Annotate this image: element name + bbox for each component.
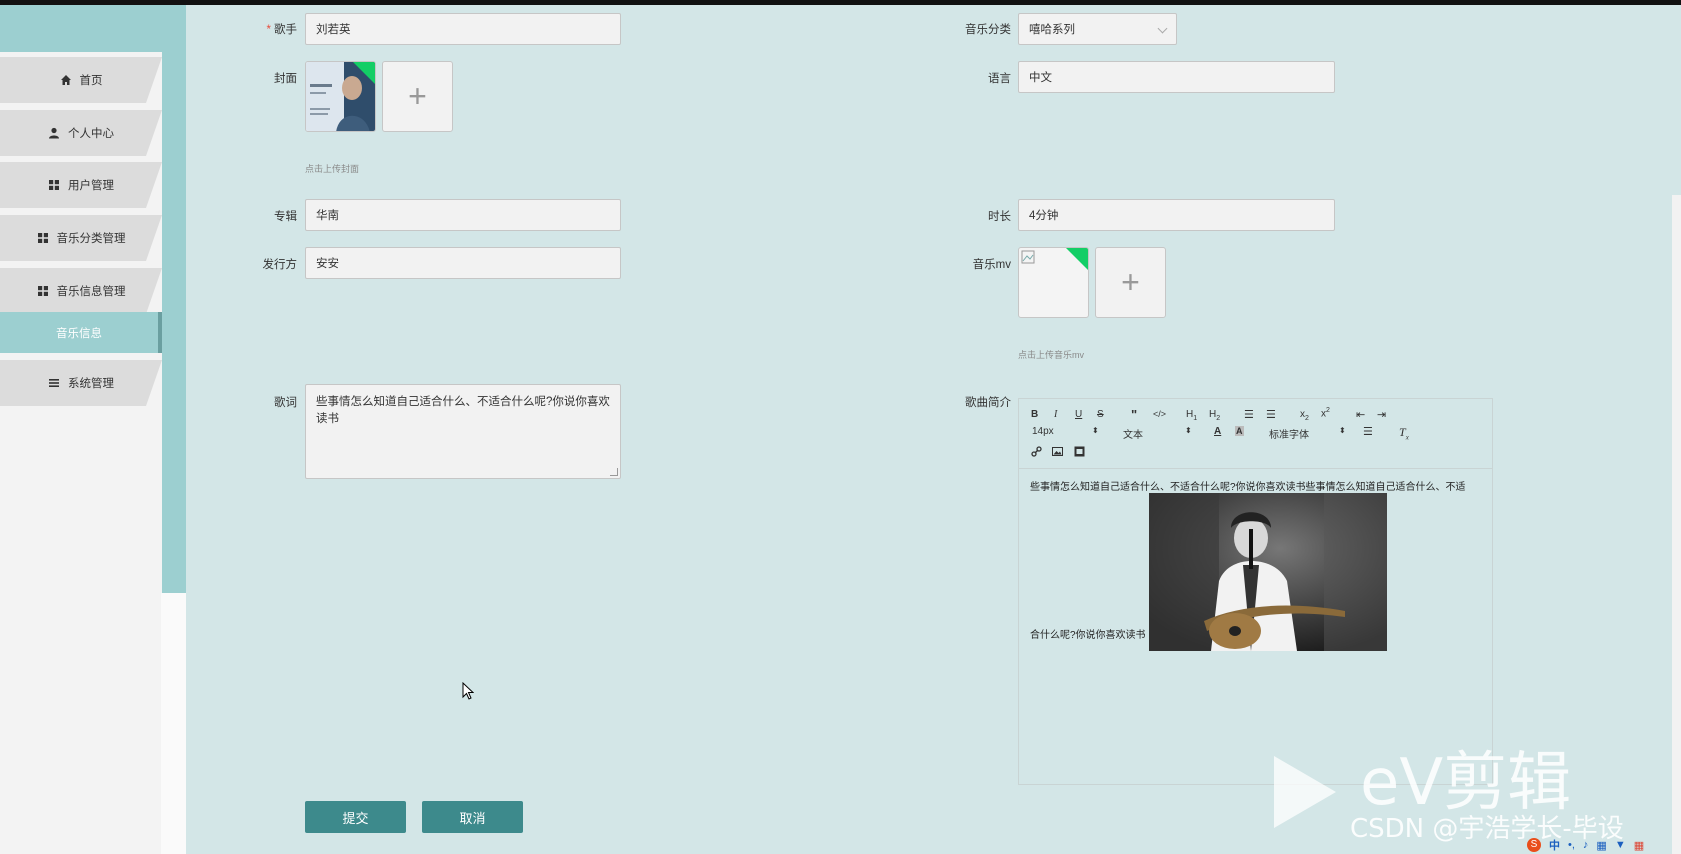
select-arrows-icon: ⬍ bbox=[1092, 426, 1099, 435]
background-color-icon[interactable]: A bbox=[1235, 426, 1244, 436]
sidebar-edge bbox=[161, 593, 186, 854]
bullet-list-icon[interactable]: ☰ bbox=[1266, 408, 1276, 421]
blockquote-icon[interactable]: " bbox=[1131, 407, 1137, 422]
underline-icon[interactable]: U bbox=[1075, 409, 1082, 420]
code-icon[interactable]: </> bbox=[1153, 409, 1166, 419]
align-icon[interactable]: ☰ bbox=[1363, 425, 1373, 438]
text-type-select[interactable]: 文本 ⬍ bbox=[1123, 426, 1192, 441]
sidebar-item-music-info[interactable]: 音乐信息 bbox=[0, 312, 162, 353]
cover-thumbnail[interactable] bbox=[305, 61, 376, 132]
indent-icon[interactable]: ⇥ bbox=[1377, 408, 1386, 421]
font-size-select[interactable]: 14px ⬍ bbox=[1032, 426, 1099, 437]
clear-format-icon[interactable]: Tx bbox=[1399, 425, 1409, 441]
grid-icon bbox=[37, 286, 48, 296]
link-icon[interactable] bbox=[1031, 446, 1042, 457]
font-color-icon[interactable]: A bbox=[1214, 426, 1221, 437]
system-tray: S 中 •, ♪ ▦ ▼ ▦ bbox=[1527, 836, 1681, 854]
bold-icon[interactable]: B bbox=[1031, 409, 1038, 420]
ordered-list-icon[interactable]: ☰ bbox=[1244, 408, 1254, 421]
sidebar-item-music-category[interactable]: 音乐分类管理 bbox=[0, 215, 162, 261]
duration-input[interactable]: 4分钟 bbox=[1018, 199, 1335, 231]
singer-label: * 歌手 bbox=[266, 24, 297, 36]
cover-hint: 点击上传封面 bbox=[305, 164, 360, 174]
cover-upload-button[interactable]: + bbox=[382, 61, 453, 132]
upload-success-badge bbox=[1066, 248, 1088, 270]
outdent-icon[interactable]: ⇤ bbox=[1356, 408, 1365, 421]
sidebar-item-label: 首页 bbox=[79, 75, 103, 87]
editor-content[interactable]: 些事情怎么知道自己适合什么、不适合什么呢?你说你喜欢读书些事情怎么知道自己适合什… bbox=[1030, 478, 1490, 493]
intro-label: 歌曲简介 bbox=[965, 397, 1011, 409]
singer-input[interactable]: 刘若英 bbox=[305, 13, 621, 45]
sidebar-header bbox=[0, 5, 162, 52]
sidebar-accent-strip bbox=[162, 5, 186, 593]
select-arrows-icon: ⬍ bbox=[1185, 426, 1192, 435]
cancel-button[interactable]: 取消 bbox=[422, 801, 523, 833]
sidebar-item-profile[interactable]: 个人中心 bbox=[0, 110, 162, 156]
keyboard-icon[interactable]: ▦ bbox=[1596, 839, 1606, 852]
superscript-icon[interactable]: x2 bbox=[1321, 407, 1330, 419]
strikethrough-icon[interactable]: S bbox=[1097, 409, 1104, 420]
sidebar-item-label: 个人中心 bbox=[68, 128, 114, 140]
language-input[interactable]: 中文 bbox=[1018, 61, 1335, 93]
mv-thumbnail[interactable] bbox=[1018, 247, 1089, 318]
mv-upload-button[interactable]: + bbox=[1095, 247, 1166, 318]
skin-icon[interactable]: ▼ bbox=[1615, 839, 1626, 851]
category-label: 音乐分类 bbox=[965, 24, 1011, 36]
mouse-cursor-icon bbox=[462, 682, 474, 700]
submit-button[interactable]: 提交 bbox=[305, 801, 406, 833]
top-bar bbox=[0, 0, 1681, 5]
play-logo-icon bbox=[1274, 756, 1336, 828]
mv-hint: 点击上传音乐mv bbox=[1018, 350, 1084, 360]
sidebar-item-label: 音乐信息 bbox=[56, 327, 102, 340]
plus-icon: + bbox=[408, 78, 427, 114]
duration-label: 时长 bbox=[988, 211, 1011, 223]
ime-logo-icon[interactable]: S bbox=[1527, 838, 1541, 852]
publisher-input[interactable]: 安安 bbox=[305, 247, 621, 279]
microphone-icon[interactable]: ♪ bbox=[1583, 839, 1589, 851]
italic-icon[interactable]: I bbox=[1054, 409, 1057, 420]
home-icon bbox=[60, 75, 71, 85]
plus-icon: + bbox=[1121, 264, 1140, 300]
page-scrollbar[interactable] bbox=[1672, 195, 1681, 854]
broken-image-icon bbox=[1021, 250, 1035, 264]
cover-label: 封面 bbox=[274, 73, 297, 85]
album-input[interactable]: 华南 bbox=[305, 199, 621, 231]
upload-success-badge bbox=[353, 62, 375, 84]
subscript-icon[interactable]: x2 bbox=[1300, 409, 1309, 422]
grid-icon bbox=[49, 180, 59, 190]
sidebar-item-label: 系统管理 bbox=[68, 378, 114, 390]
singer-photo bbox=[1149, 493, 1387, 651]
video-icon[interactable] bbox=[1074, 446, 1085, 457]
language-label: 语言 bbox=[988, 73, 1011, 85]
album-label: 专辑 bbox=[274, 211, 297, 223]
image-icon[interactable] bbox=[1052, 446, 1063, 457]
resize-handle[interactable] bbox=[610, 468, 618, 476]
editor-toolbar: B I U S " </> H1 H2 ☰ ☰ x2 x2 ⇤ ⇥ 14px ⬍ … bbox=[1019, 399, 1492, 469]
category-select[interactable]: 嘻哈系列 bbox=[1018, 13, 1177, 45]
sidebar-item-label: 音乐信息管理 bbox=[56, 286, 126, 298]
select-arrows-icon: ⬍ bbox=[1339, 426, 1346, 435]
lyrics-label: 歌词 bbox=[274, 397, 297, 409]
editor-content-line2: 合什么呢?你说你喜欢读书 bbox=[1030, 630, 1146, 641]
sidebar-item-label: 音乐分类管理 bbox=[56, 233, 126, 245]
sidebar-item-label: 用户管理 bbox=[68, 180, 114, 192]
punctuation-icon[interactable]: •, bbox=[1568, 839, 1575, 851]
sidebar-item-system[interactable]: 系统管理 bbox=[0, 360, 162, 406]
lyrics-textarea[interactable]: 些事情怎么知道自己适合什么、不适合什么呢?你说你喜欢读书 bbox=[305, 384, 621, 479]
toolbox-icon[interactable]: ▦ bbox=[1634, 839, 1644, 852]
ime-mode[interactable]: 中 bbox=[1549, 837, 1560, 853]
mv-label: 音乐mv bbox=[972, 259, 1011, 271]
sidebar-item-home[interactable]: 首页 bbox=[0, 57, 162, 103]
publisher-label: 发行方 bbox=[262, 259, 298, 271]
heading2-icon[interactable]: H2 bbox=[1209, 409, 1220, 422]
grid-icon bbox=[37, 233, 48, 243]
sidebar-item-users[interactable]: 用户管理 bbox=[0, 162, 162, 208]
chevron-down-icon bbox=[1157, 23, 1168, 34]
sidebar-item-music-info-manage[interactable]: 音乐信息管理 bbox=[0, 268, 162, 314]
heading1-icon[interactable]: H1 bbox=[1186, 409, 1197, 422]
font-family-select[interactable]: 标准字体 ⬍ bbox=[1269, 426, 1346, 441]
list-icon bbox=[49, 379, 59, 387]
user-icon bbox=[49, 127, 59, 139]
